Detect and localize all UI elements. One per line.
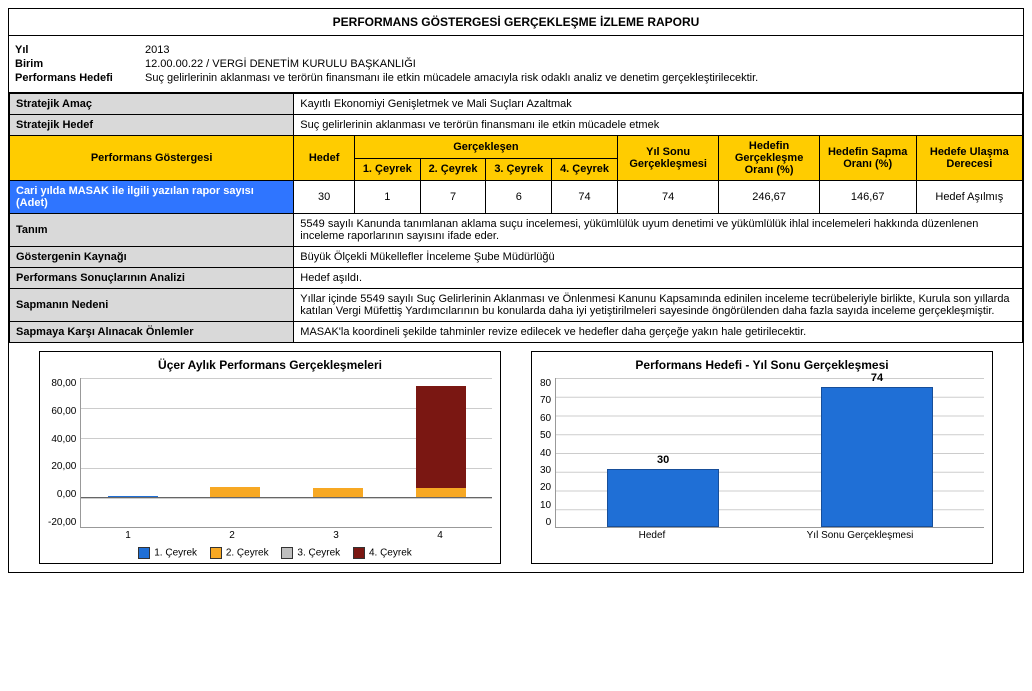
kaynak-value: Büyük Ölçekli Mükellefler İnceleme Şube … <box>294 247 1023 268</box>
col-q1: 1. Çeyrek <box>354 158 420 181</box>
chart-yearly: Performans Hedefi - Yıl Sonu Gerçekleşme… <box>531 351 993 564</box>
col-deviation: Hedefin Sapma Oranı (%) <box>819 136 916 181</box>
analiz-value: Hedef aşıldı. <box>294 268 1023 289</box>
col-indicator: Performans Göstergesi <box>10 136 294 181</box>
col-hedef: Hedef <box>294 136 355 181</box>
chart1-yaxis: 80,00 60,00 40,00 20,00 0,00 -20,00 <box>48 378 80 528</box>
report-title: PERFORMANS GÖSTERGESİ GERÇEKLEŞME İZLEME… <box>9 9 1023 36</box>
row-q4: 74 <box>552 181 618 214</box>
analiz-label: Performans Sonuçlarının Analizi <box>10 268 294 289</box>
col-gerceklesen: Gerçekleşen <box>354 136 617 159</box>
row-q3: 6 <box>486 181 552 214</box>
row-hedef: 30 <box>294 181 355 214</box>
neden-label: Sapmanın Nedeni <box>10 289 294 322</box>
col-q3: 3. Çeyrek <box>486 158 552 181</box>
chart2-yaxis: 80 70 60 50 40 30 20 10 0 <box>540 378 555 528</box>
chart1-xlabels: 1 2 3 4 <box>76 530 492 541</box>
stratejik-amac-label: Stratejik Amaç <box>10 94 294 115</box>
year-label: Yıl <box>15 44 145 56</box>
col-yearend: Yıl Sonu Gerçekleşmesi <box>617 136 718 181</box>
main-table: Stratejik Amaç Kayıtlı Ekonomiyi Genişle… <box>9 93 1023 343</box>
unit-label: Birim <box>15 58 145 70</box>
stratejik-hedef-label: Stratejik Hedef <box>10 115 294 136</box>
perf-target-value: Suç gelirlerinin aklanması ve terörün fi… <box>145 72 758 84</box>
header-block: Yıl 2013 Birim 12.00.00.22 / VERGİ DENET… <box>9 36 1023 93</box>
chart1-legend: 1. Çeyrek 2. Çeyrek 3. Çeyrek 4. Çeyrek <box>48 547 492 559</box>
year-value: 2013 <box>145 44 169 56</box>
charts-row: Üçer Aylık Performans Gerçekleşmeleri 80… <box>9 343 1023 572</box>
chart1-plot <box>80 378 492 528</box>
col-q4: 4. Çeyrek <box>552 158 618 181</box>
neden-value: Yıllar içinde 5549 sayılı Suç Gelirlerin… <box>294 289 1023 322</box>
report-container: PERFORMANS GÖSTERGESİ GERÇEKLEŞME İZLEME… <box>8 8 1024 573</box>
bar-hedef: 30 <box>607 469 719 527</box>
tanim-label: Tanım <box>10 214 294 247</box>
col-ratio: Hedefin Gerçekleşme Oranı (%) <box>719 136 819 181</box>
stratejik-hedef-value: Suç gelirlerinin aklanması ve terörün fi… <box>294 115 1023 136</box>
row-ratio: 246,67 <box>719 181 819 214</box>
onlem-label: Sapmaya Karşı Alınacak Önlemler <box>10 322 294 343</box>
chart2-title: Performans Hedefi - Yıl Sonu Gerçekleşme… <box>540 358 984 372</box>
perf-target-label: Performans Hedefi <box>15 72 145 84</box>
row-q2: 7 <box>420 181 486 214</box>
bar-yearend: 74 <box>821 387 933 527</box>
row-degree: Hedef Aşılmış <box>916 181 1022 214</box>
chart1-title: Üçer Aylık Performans Gerçekleşmeleri <box>48 358 492 372</box>
unit-value: 12.00.00.22 / VERGİ DENETİM KURULU BAŞKA… <box>145 58 416 70</box>
row-deviation: 146,67 <box>819 181 916 214</box>
row-name: Cari yılda MASAK ile ilgili yazılan rapo… <box>10 181 294 214</box>
onlem-value: MASAK'la koordineli şekilde tahminler re… <box>294 322 1023 343</box>
chart2-plot: 30 74 <box>555 378 984 528</box>
kaynak-label: Göstergenin Kaynağı <box>10 247 294 268</box>
col-degree: Hedefe Ulaşma Derecesi <box>916 136 1022 181</box>
row-q1: 1 <box>354 181 420 214</box>
chart2-xlabels: Hedef Yıl Sonu Gerçekleşmesi <box>568 530 984 541</box>
row-yearend: 74 <box>617 181 718 214</box>
chart-quarterly: Üçer Aylık Performans Gerçekleşmeleri 80… <box>39 351 501 564</box>
stratejik-amac-value: Kayıtlı Ekonomiyi Genişletmek ve Mali Su… <box>294 94 1023 115</box>
tanim-value: 5549 sayılı Kanunda tanımlanan aklama su… <box>294 214 1023 247</box>
col-q2: 2. Çeyrek <box>420 158 486 181</box>
